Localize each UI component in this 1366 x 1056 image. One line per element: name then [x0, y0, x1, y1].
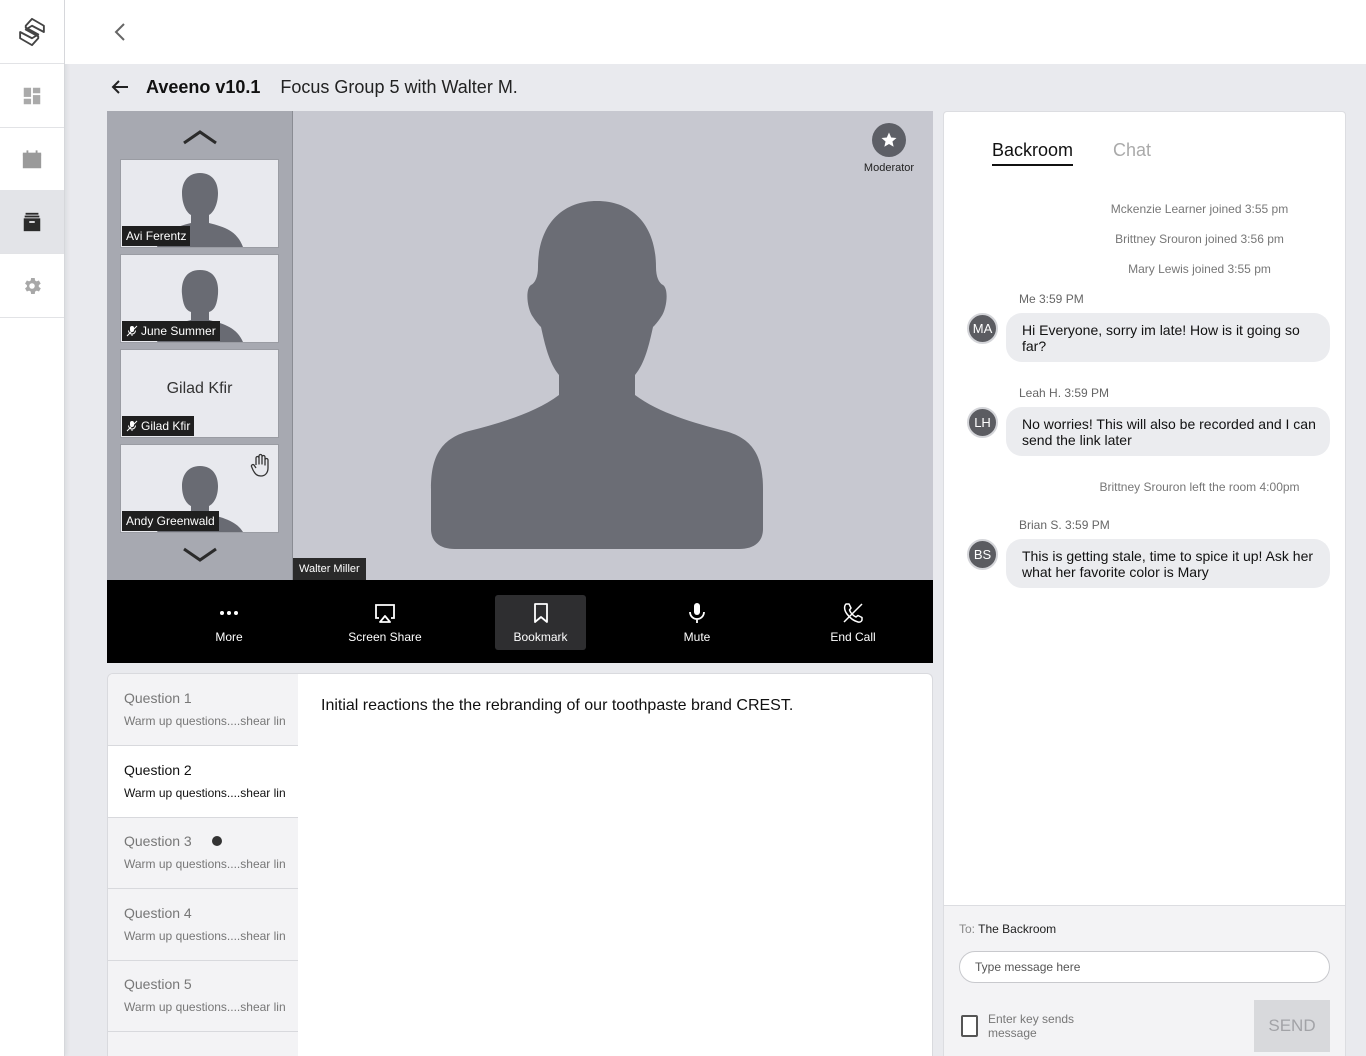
logo-icon — [19, 17, 45, 46]
chat-panel: Backroom Chat Mckenzie Learner joined 3:… — [943, 111, 1346, 1056]
participant-tile[interactable]: Gilad Kfir Gilad Kfir — [120, 349, 279, 438]
system-message: Brittney Srouron joined 3:56 pm — [1115, 232, 1284, 246]
participant-tile[interactable]: Avi Ferentz — [120, 159, 279, 248]
system-message: Mary Lewis joined 3:55 pm — [1128, 262, 1271, 276]
page-header: Aveeno v10.1 Focus Group 5 with Walter M… — [108, 74, 518, 100]
moderator-label: Moderator — [863, 162, 915, 174]
sidebar-item-calendar[interactable] — [0, 128, 64, 192]
sidebar — [0, 0, 65, 1056]
star-icon — [881, 132, 897, 147]
chevron-down-icon — [183, 547, 217, 562]
chat-tabs: Backroom Chat — [992, 140, 1151, 166]
participant-tile[interactable]: June Summer — [120, 254, 279, 343]
message-bubble: Hi Everyone, sorry im late! How is it go… — [1006, 313, 1330, 362]
question-item[interactable]: Question 1 Warm up questions....shear li… — [108, 674, 298, 746]
send-button[interactable]: SEND — [1254, 1000, 1330, 1052]
microphone-icon — [689, 603, 705, 623]
gear-icon — [25, 277, 41, 294]
enter-sends-label: Enter key sends message — [988, 1012, 1075, 1040]
participant-list: Avi Ferentz June Summer Gilad Kfir Gilad… — [107, 111, 293, 580]
unread-dot — [211, 836, 222, 846]
logo[interactable] — [0, 0, 64, 64]
avatar: BS — [967, 539, 998, 570]
participant-name-tag: Andy Greenwald — [122, 511, 219, 531]
sidebar-item-settings[interactable] — [0, 254, 64, 318]
system-message: Mckenzie Learner joined 3:55 pm — [1110, 202, 1289, 216]
project-title: Aveeno v10.1 — [146, 76, 261, 97]
questions-panel: Question 1 Warm up questions....shear li… — [107, 673, 933, 1056]
bookmark-button[interactable]: Bookmark — [495, 595, 586, 650]
archive-icon — [23, 212, 41, 231]
tab-backroom[interactable]: Backroom — [992, 140, 1074, 166]
screen-share-button[interactable]: Screen Share — [307, 595, 463, 650]
system-message: Brittney Srouron left the room 4:00pm — [1099, 480, 1300, 494]
session-title: Focus Group 5 with Walter M. — [280, 76, 518, 97]
end-call-button[interactable]: End Call — [775, 595, 931, 650]
person-silhouette-icon — [431, 201, 763, 549]
top-bar — [65, 0, 1366, 64]
participant-tile[interactable]: Andy Greenwald — [120, 444, 279, 533]
message-input[interactable] — [959, 951, 1330, 983]
recipient-label: To: The Backroom — [959, 922, 1057, 936]
sidebar-item-archive[interactable] — [0, 190, 64, 254]
call-controls: More Screen Share Bookmark Mute End Call — [107, 580, 933, 663]
participant-name-tag: Avi Ferentz — [122, 226, 191, 246]
message-meta: Me 3:59 PM — [1019, 292, 1084, 306]
question-item[interactable]: Question 3 Warm up questions....shear li… — [108, 817, 298, 889]
scroll-up-button[interactable] — [180, 127, 220, 147]
screen-share-icon — [375, 604, 395, 623]
avatar: LH — [967, 407, 998, 438]
calendar-icon — [22, 149, 42, 168]
dashboard-icon — [23, 87, 41, 104]
question-text: Initial reactions the the rebranding of … — [321, 697, 794, 714]
enter-sends-checkbox[interactable] — [961, 1015, 978, 1037]
bookmark-icon — [533, 603, 548, 623]
mic-off-icon — [126, 420, 138, 432]
tab-chat[interactable]: Chat — [1113, 140, 1151, 166]
question-item[interactable]: Question 5 Warm up questions....shear li… — [108, 960, 298, 1032]
back-arrow-icon[interactable] — [108, 75, 132, 99]
avatar: MA — [967, 313, 998, 344]
more-dots-icon — [220, 611, 238, 615]
question-list: Question 1 Warm up questions....shear li… — [108, 674, 298, 1056]
question-item[interactable]: Question 2 Warm up questions....shear li… — [108, 746, 298, 818]
video-area: Avi Ferentz June Summer Gilad Kfir Gilad… — [107, 111, 933, 663]
moderator-star — [872, 123, 906, 157]
question-item[interactable]: Question 4 Warm up questions....shear li… — [108, 889, 298, 961]
participant-name-tag: Gilad Kfir — [122, 416, 195, 436]
scroll-down-button[interactable] — [180, 545, 220, 565]
message-bubble: This is getting stale, time to spice it … — [1006, 539, 1330, 588]
chevron-left-icon[interactable] — [109, 20, 133, 44]
moderator-badge: Moderator — [861, 123, 917, 174]
message-composer: To: The Backroom Enter key sends message… — [944, 905, 1345, 1056]
main-video[interactable]: Moderator Walter Miller — [293, 111, 933, 580]
message-meta: Brian S. 3:59 PM — [1019, 518, 1110, 532]
participant-placeholder-name: Gilad Kfir — [166, 380, 233, 397]
raised-hand-icon — [250, 453, 269, 477]
more-button[interactable]: More — [151, 595, 307, 650]
mute-button[interactable]: Mute — [619, 595, 775, 650]
speaker-name-tag: Walter Miller — [293, 558, 366, 580]
message-meta: Leah H. 3:59 PM — [1019, 386, 1110, 400]
message-bubble: No worries! This will also be recorded a… — [1006, 407, 1330, 456]
chevron-up-icon — [183, 130, 217, 145]
mic-off-icon — [126, 325, 138, 337]
sidebar-item-dashboard[interactable] — [0, 64, 64, 128]
end-call-icon — [843, 603, 863, 623]
participant-name-tag: June Summer — [122, 321, 220, 341]
